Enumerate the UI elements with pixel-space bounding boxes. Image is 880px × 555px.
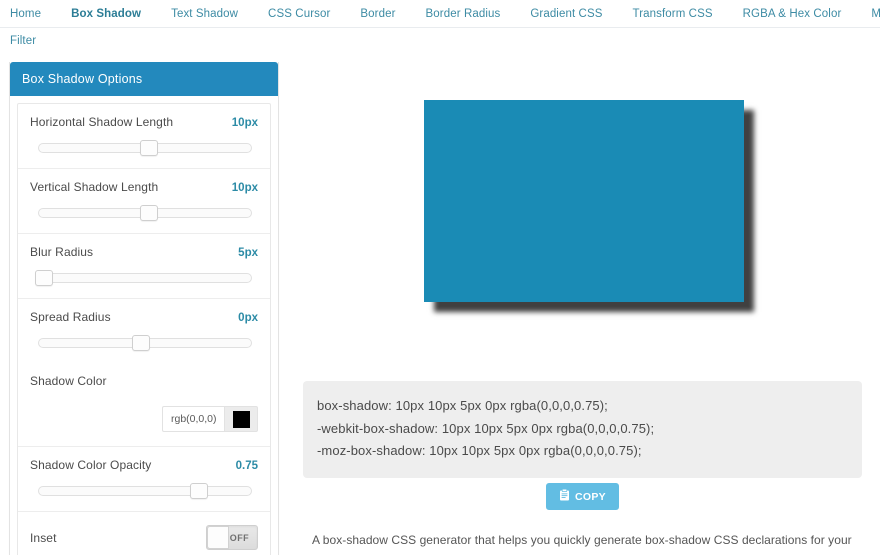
slider-handle[interactable] <box>131 335 150 351</box>
css-output-line: -webkit-box-shadow: 10px 10px 5px 0px rg… <box>317 420 655 436</box>
box-shadow-preview <box>424 100 744 302</box>
slider-track <box>38 486 252 496</box>
slider-handle[interactable] <box>189 483 208 499</box>
clipboard-icon <box>559 488 570 504</box>
slider-handle[interactable] <box>140 140 159 156</box>
spread-radius-slider[interactable] <box>38 335 252 351</box>
css-output-line: -moz-box-shadow: 10px 10px 5px 0px rgba(… <box>317 443 642 458</box>
blur-radius-row: Blur Radius 5px <box>18 234 270 299</box>
nav-item-text-shadow[interactable]: Text Shadow <box>171 0 254 28</box>
nav-item-transform-css[interactable]: Transform CSS <box>633 0 729 28</box>
shadow-color-row: Shadow Color rgb(0,0,0) <box>18 363 270 447</box>
horizontal-shadow-length-slider[interactable] <box>38 140 252 156</box>
nav-item-border[interactable]: Border <box>360 0 411 28</box>
horizontal-shadow-length-label: Horizontal Shadow Length <box>30 115 174 129</box>
spread-radius-value: 0px <box>238 312 258 324</box>
blur-radius-value: 5px <box>238 247 258 259</box>
spread-radius-label: Spread Radius <box>30 310 111 324</box>
copy-button[interactable]: COPY <box>546 483 619 510</box>
inset-toggle[interactable]: OFF <box>206 525 258 550</box>
blur-radius-label: Blur Radius <box>30 245 94 259</box>
blur-radius-slider[interactable] <box>35 270 252 286</box>
shadow-opacity-slider[interactable] <box>38 483 252 499</box>
shadow-color-head: Shadow Color <box>30 374 258 388</box>
shadow-color-swatch <box>232 410 250 428</box>
vertical-shadow-length-row: Vertical Shadow Length 10px <box>18 169 270 234</box>
nav-row-primary: Home Box Shadow Text Shadow CSS Cursor Borde… <box>0 0 880 28</box>
inset-row: Inset OFF <box>18 512 270 555</box>
slider-track <box>38 273 252 283</box>
shadow-color-control: rgb(0,0,0) <box>30 406 258 432</box>
shadow-color-label: Shadow Color <box>30 374 107 388</box>
nav-item-multiple-columns[interactable]: Multiple Columns <box>871 0 880 28</box>
nav-item-filter[interactable]: Filter <box>10 27 52 55</box>
slider-handle[interactable] <box>35 270 54 286</box>
nav-item-box-shadow[interactable]: Box Shadow <box>71 0 157 28</box>
shadow-color-input[interactable]: rgb(0,0,0) <box>162 406 224 432</box>
shadow-opacity-label: Shadow Color Opacity <box>30 458 152 472</box>
css-output-line: box-shadow: 10px 10px 5px 0px rgba(0,0,0… <box>317 398 608 413</box>
copy-button-label: COPY <box>575 490 606 503</box>
spread-radius-row: Spread Radius 0px <box>18 299 270 363</box>
preview-area <box>300 80 870 350</box>
slider-options-list: Horizontal Shadow Length 10px Vertical Sha… <box>18 104 270 363</box>
horizontal-shadow-length-row: Horizontal Shadow Length 10px <box>18 104 270 169</box>
page-description: A box-shadow CSS generator that helps yo… <box>312 533 852 547</box>
nav-item-css-cursor[interactable]: CSS Cursor <box>268 0 346 28</box>
blur-radius-head: Blur Radius 5px <box>30 245 258 259</box>
inset-label: Inset <box>30 530 57 545</box>
nav-item-gradient-css[interactable]: Gradient CSS <box>530 0 618 28</box>
nav-item-home[interactable]: Home <box>10 0 57 28</box>
horizontal-shadow-length-value: 10px <box>231 117 258 129</box>
inset-toggle-knob <box>207 526 229 549</box>
shadow-opacity-row: Shadow Color Opacity 0.75 <box>18 447 270 512</box>
nav-item-border-radius[interactable]: Border Radius <box>426 0 517 28</box>
css-output-block[interactable]: box-shadow: 10px 10px 5px 0px rgba(0,0,0… <box>303 381 862 478</box>
page-root: Home Box Shadow Text Shadow CSS Cursor Borde… <box>0 0 880 555</box>
vertical-shadow-length-label: Vertical Shadow Length <box>30 180 159 194</box>
copy-button-container: COPY <box>303 483 862 510</box>
vertical-shadow-length-slider[interactable] <box>38 205 252 221</box>
shadow-opacity-head: Shadow Color Opacity 0.75 <box>30 458 258 472</box>
slider-handle[interactable] <box>140 205 159 221</box>
spread-radius-head: Spread Radius 0px <box>30 310 258 324</box>
panel-body: Horizontal Shadow Length 10px Vertical Sha… <box>17 103 271 555</box>
box-shadow-options-panel: Box Shadow Options Horizontal Shadow Len… <box>9 62 279 555</box>
vertical-shadow-length-value: 10px <box>231 182 258 194</box>
nav-item-rgba-hex-color[interactable]: RGBA & Hex Color <box>743 0 858 28</box>
inset-toggle-state: OFF <box>229 532 249 543</box>
horizontal-shadow-length-head: Horizontal Shadow Length 10px <box>30 115 258 129</box>
shadow-color-swatch-button[interactable] <box>224 406 258 432</box>
shadow-opacity-value: 0.75 <box>235 460 258 472</box>
panel-title: Box Shadow Options <box>10 62 278 96</box>
nav-row-secondary: Filter <box>0 28 880 54</box>
main-navigation: Home Box Shadow Text Shadow CSS Cursor Borde… <box>0 0 880 54</box>
vertical-shadow-length-head: Vertical Shadow Length 10px <box>30 180 258 194</box>
